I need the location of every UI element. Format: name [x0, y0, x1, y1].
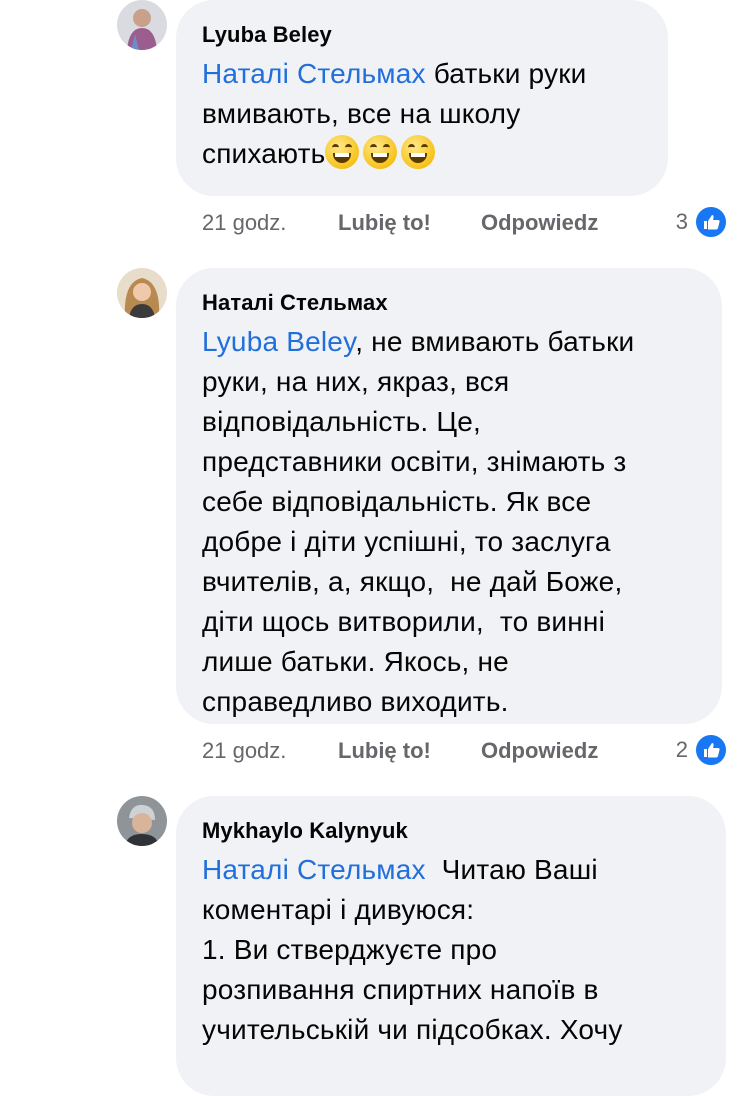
- like-button[interactable]: Lubię to!: [338, 208, 431, 238]
- reaction-summary[interactable]: 3: [640, 205, 728, 239]
- mention-link[interactable]: Наталі Стельмах: [202, 854, 426, 885]
- reaction-summary[interactable]: 2: [640, 733, 728, 767]
- avatar[interactable]: [117, 0, 167, 50]
- reaction-count: 3: [675, 209, 688, 234]
- comment-actions: 21 godz. Lubię to! Odpowiedz: [202, 208, 642, 238]
- reaction-count: 2: [675, 737, 688, 762]
- mention-link[interactable]: Lyuba Beley: [202, 326, 355, 357]
- comment-bubble: Mykhaylo Kalynyuk Наталі Стельмах Читаю …: [176, 796, 726, 1096]
- grinning-face-icon: [325, 135, 360, 169]
- avatar[interactable]: [117, 268, 167, 318]
- comment-text: Наталі Стельмах батьки руки вмивають, вс…: [202, 58, 587, 169]
- comment-time[interactable]: 21 godz.: [202, 736, 286, 766]
- grinning-face-icon: [401, 135, 436, 169]
- comment-text: Lyuba Beley, не вмивають батьки руки, на…: [202, 326, 635, 717]
- like-thumb-icon: [694, 205, 728, 239]
- comment-actions: 21 godz. Lubię to! Odpowiedz: [202, 736, 642, 766]
- comment-time[interactable]: 21 godz.: [202, 208, 286, 238]
- comment-author[interactable]: Mykhaylo Kalynyuk: [202, 818, 408, 844]
- comment-bubble: Lyuba Beley Наталі Стельмах батьки руки …: [176, 0, 668, 196]
- mention-link[interactable]: Наталі Стельмах: [202, 58, 426, 89]
- comment-text: Наталі Стельмах Читаю Ваші коментарі і д…: [202, 854, 623, 1045]
- like-thumb-icon: [694, 733, 728, 767]
- grinning-face-icon: [363, 135, 398, 169]
- reply-button[interactable]: Odpowiedz: [481, 208, 598, 238]
- comment-author[interactable]: Lyuba Beley: [202, 22, 332, 48]
- comment-author[interactable]: Наталі Стельмах: [202, 290, 388, 316]
- comment-bubble: Наталі Стельмах Lyuba Beley, не вмивають…: [176, 268, 722, 724]
- reply-button[interactable]: Odpowiedz: [481, 736, 598, 766]
- like-button[interactable]: Lubię to!: [338, 736, 431, 766]
- avatar[interactable]: [117, 796, 167, 846]
